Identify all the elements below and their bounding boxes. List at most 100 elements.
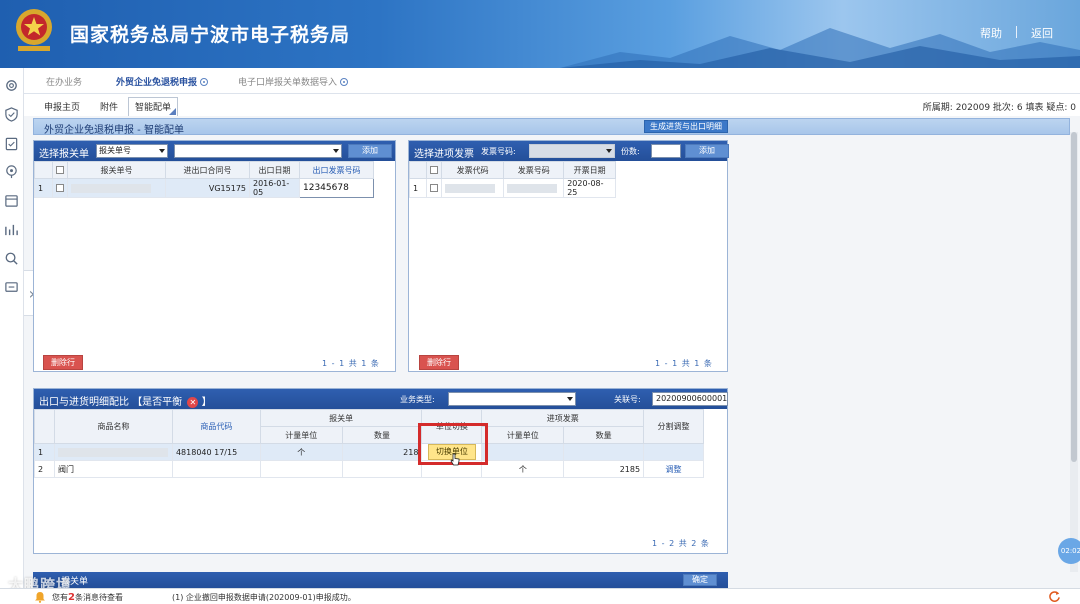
shield-icon[interactable] <box>4 107 19 122</box>
invoice-panel-header: 选择进项发票 发票号码: 份数: 添加 <box>409 141 729 161</box>
col-customs-qty: 数量 <box>341 426 423 444</box>
pointer-cursor-icon <box>450 453 460 466</box>
detail-panel-title: 出口与进货明细配比 【是否平衡 ✕ 】 <box>39 397 212 408</box>
copies-input[interactable] <box>651 144 681 158</box>
group-invoice: 进项发票 <box>481 409 645 427</box>
col-customs-unit: 计量单位 <box>259 426 343 444</box>
col-product-code: 商品代码 <box>171 409 261 444</box>
redacted-cell <box>71 183 151 193</box>
table-row[interactable]: 1 2020-08-25 <box>409 178 616 198</box>
left-nav <box>0 68 24 588</box>
tab-close-icon[interactable] <box>200 78 209 86</box>
customs-add-button[interactable]: 添加 <box>348 144 392 158</box>
redacted-cell <box>445 183 496 193</box>
help-link[interactable]: 帮助 <box>980 25 1002 41</box>
period-info: 所属期: 202009 批次: 6 填表 疑点: 0 <box>922 103 1076 113</box>
select-all-checkbox[interactable] <box>56 166 64 174</box>
detail-panel: 出口与进货明细配比 【是否平衡 ✕ 】 业务类型: 关联号: 202009006… <box>33 388 728 554</box>
customs-field-select[interactable]: 报关单号 <box>96 144 168 158</box>
tab-bar: 在办业务 外贸企业免退税申报 电子口岸报关单数据导入 <box>24 68 1080 94</box>
group-customs: 报关单 <box>259 409 423 427</box>
detail-table: 商品名称 商品代码 报关单 单位切换 进项发票 分割调整 计量单位 数量 计量单… <box>34 409 704 478</box>
invoice-no-input[interactable] <box>529 144 615 158</box>
row-checkbox[interactable] <box>429 184 438 192</box>
back-link[interactable]: 返回 <box>1031 25 1053 41</box>
confirm-button[interactable]: 确定 <box>683 574 717 586</box>
chevron-down-icon <box>333 149 339 153</box>
invoice-pager: 1 - 1 共 1 条 <box>655 359 713 368</box>
header-divider <box>1016 26 1017 38</box>
adjust-link[interactable]: 调整 <box>643 460 704 478</box>
page-scrollbar[interactable] <box>1070 132 1078 572</box>
col-export-date: 出口日期 <box>249 161 300 179</box>
bottom-panel-header: 报关单 确定 <box>33 572 728 588</box>
invoice-panel-title: 选择进项发票 <box>414 149 474 160</box>
invoice-add-button[interactable]: 添加 <box>685 144 729 158</box>
chart-icon[interactable] <box>4 222 19 237</box>
subtab-smart-match[interactable]: 智能配单 <box>128 97 179 116</box>
col-invoice-code: 发票代码 <box>441 161 505 179</box>
row-checkbox[interactable] <box>56 184 64 192</box>
tax-emblem-icon <box>16 9 52 51</box>
col-split-adjust: 分割调整 <box>643 409 704 444</box>
refresh-icon[interactable] <box>1048 590 1061 603</box>
col-invoice-no: 发票号码 <box>503 161 565 179</box>
detail-panel-header: 出口与进货明细配比 【是否平衡 ✕ 】 业务类型: 关联号: 202009006… <box>34 389 728 409</box>
redacted-cell <box>57 447 168 457</box>
status-bar: 您有2条消息待查看 (1) 企业撤回申报数据申请(202009-01)申报成功。 <box>0 588 1080 604</box>
col-contract-no: 进出口合同号 <box>165 161 250 179</box>
customs-panel-header: 选择报关单 报关单号 添加 <box>34 141 395 161</box>
tab-close-icon[interactable] <box>340 78 349 86</box>
customs-pager: 1 - 1 共 1 条 <box>322 359 380 368</box>
app-header: 国家税务总局宁波市电子税务局 帮助 返回 <box>0 0 1080 68</box>
col-customs-no: 报关单号 <box>67 161 166 179</box>
clipboard-check-icon[interactable] <box>4 136 19 151</box>
col-export-invoice: 出口发票号码 <box>299 161 374 179</box>
floating-time-badge[interactable]: 02:02 <box>1058 538 1080 564</box>
customs-no-input[interactable] <box>174 144 342 158</box>
search-icon[interactable] <box>4 251 19 266</box>
notice-count[interactable]: 您有2条消息待查看 <box>52 592 123 603</box>
status-message: (1) 企业撤回申报数据申请(202009-01)申报成功。 <box>172 593 356 602</box>
col-product-name: 商品名称 <box>53 409 173 444</box>
invoice-delete-row-button[interactable]: 删除行 <box>419 355 459 370</box>
page-title-bar: 外贸企业免退税申报 - 智能配单 生成进货与出口明细 <box>33 118 1070 136</box>
chevron-down-icon <box>159 149 165 153</box>
detail-pager: 1 - 2 共 2 条 <box>652 539 710 548</box>
chevron-down-icon <box>567 397 573 401</box>
gear-icon[interactable] <box>4 78 19 93</box>
tab-export-tax-refund[interactable]: 外贸企业免退税申报 <box>116 75 209 88</box>
generate-details-button[interactable]: 生成进货与出口明细 <box>644 120 728 133</box>
redacted-cell <box>507 183 558 193</box>
location-search-icon[interactable] <box>4 164 19 179</box>
select-all-checkbox[interactable] <box>429 166 438 174</box>
bell-icon[interactable] <box>34 591 46 603</box>
customs-panel-title: 选择报关单 <box>39 149 89 160</box>
link-no-input[interactable]: 20200900600001 <box>652 392 728 406</box>
customs-table: 报关单号 进出口合同号 出口日期 出口发票号码 1 VG15175 2016-0… <box>34 161 374 198</box>
subtab-home[interactable]: 申报主页 <box>44 100 80 113</box>
subtab-attachments[interactable]: 附件 <box>100 100 118 113</box>
chevron-down-icon <box>606 149 612 153</box>
table-row[interactable]: 1 VG15175 2016-01-05 12345678 <box>34 178 374 198</box>
table-row[interactable]: 2 阀门 个 2185 调整 <box>34 460 704 478</box>
tab-in-progress[interactable]: 在办业务 <box>46 75 82 88</box>
calendar-icon[interactable] <box>4 193 19 208</box>
business-type-select[interactable] <box>448 392 576 406</box>
col-invoice-date: 开票日期 <box>563 161 616 179</box>
page-content: 外贸企业免退税申报 - 智能配单 生成进货与出口明细 选择报关单 报关单号 添加… <box>33 118 1070 588</box>
table-row[interactable]: 1 4818040 17/15 个 218 切换单位 <box>34 443 704 461</box>
message-icon[interactable] <box>4 280 19 295</box>
app-title: 国家税务总局宁波市电子税务局 <box>70 24 351 46</box>
invoice-table: 发票代码 发票号码 开票日期 1 2020-08-25 <box>409 161 616 198</box>
customs-panel: 选择报关单 报关单号 添加 报关单号 进出口合同号 出口日期 出口发票号码 1 … <box>33 140 396 372</box>
col-invoice-unit: 计量单位 <box>481 426 565 444</box>
unbalanced-x-icon: ✕ <box>187 397 199 408</box>
export-invoice-input[interactable]: 12345678 <box>299 178 374 198</box>
tab-customs-import[interactable]: 电子口岸报关单数据导入 <box>238 75 349 88</box>
mountain-decoration-icon <box>560 28 1080 68</box>
page-title: 外贸企业免退税申报 - 智能配单 <box>44 125 184 136</box>
invoice-panel: 选择进项发票 发票号码: 份数: 添加 发票代码 发票号码 开票日期 1 202… <box>408 140 729 372</box>
customs-delete-row-button[interactable]: 删除行 <box>43 355 83 370</box>
sub-tab-bar: 申报主页 附件 智能配单 所属期: 202009 批次: 6 填表 疑点: 0 <box>24 94 1080 116</box>
